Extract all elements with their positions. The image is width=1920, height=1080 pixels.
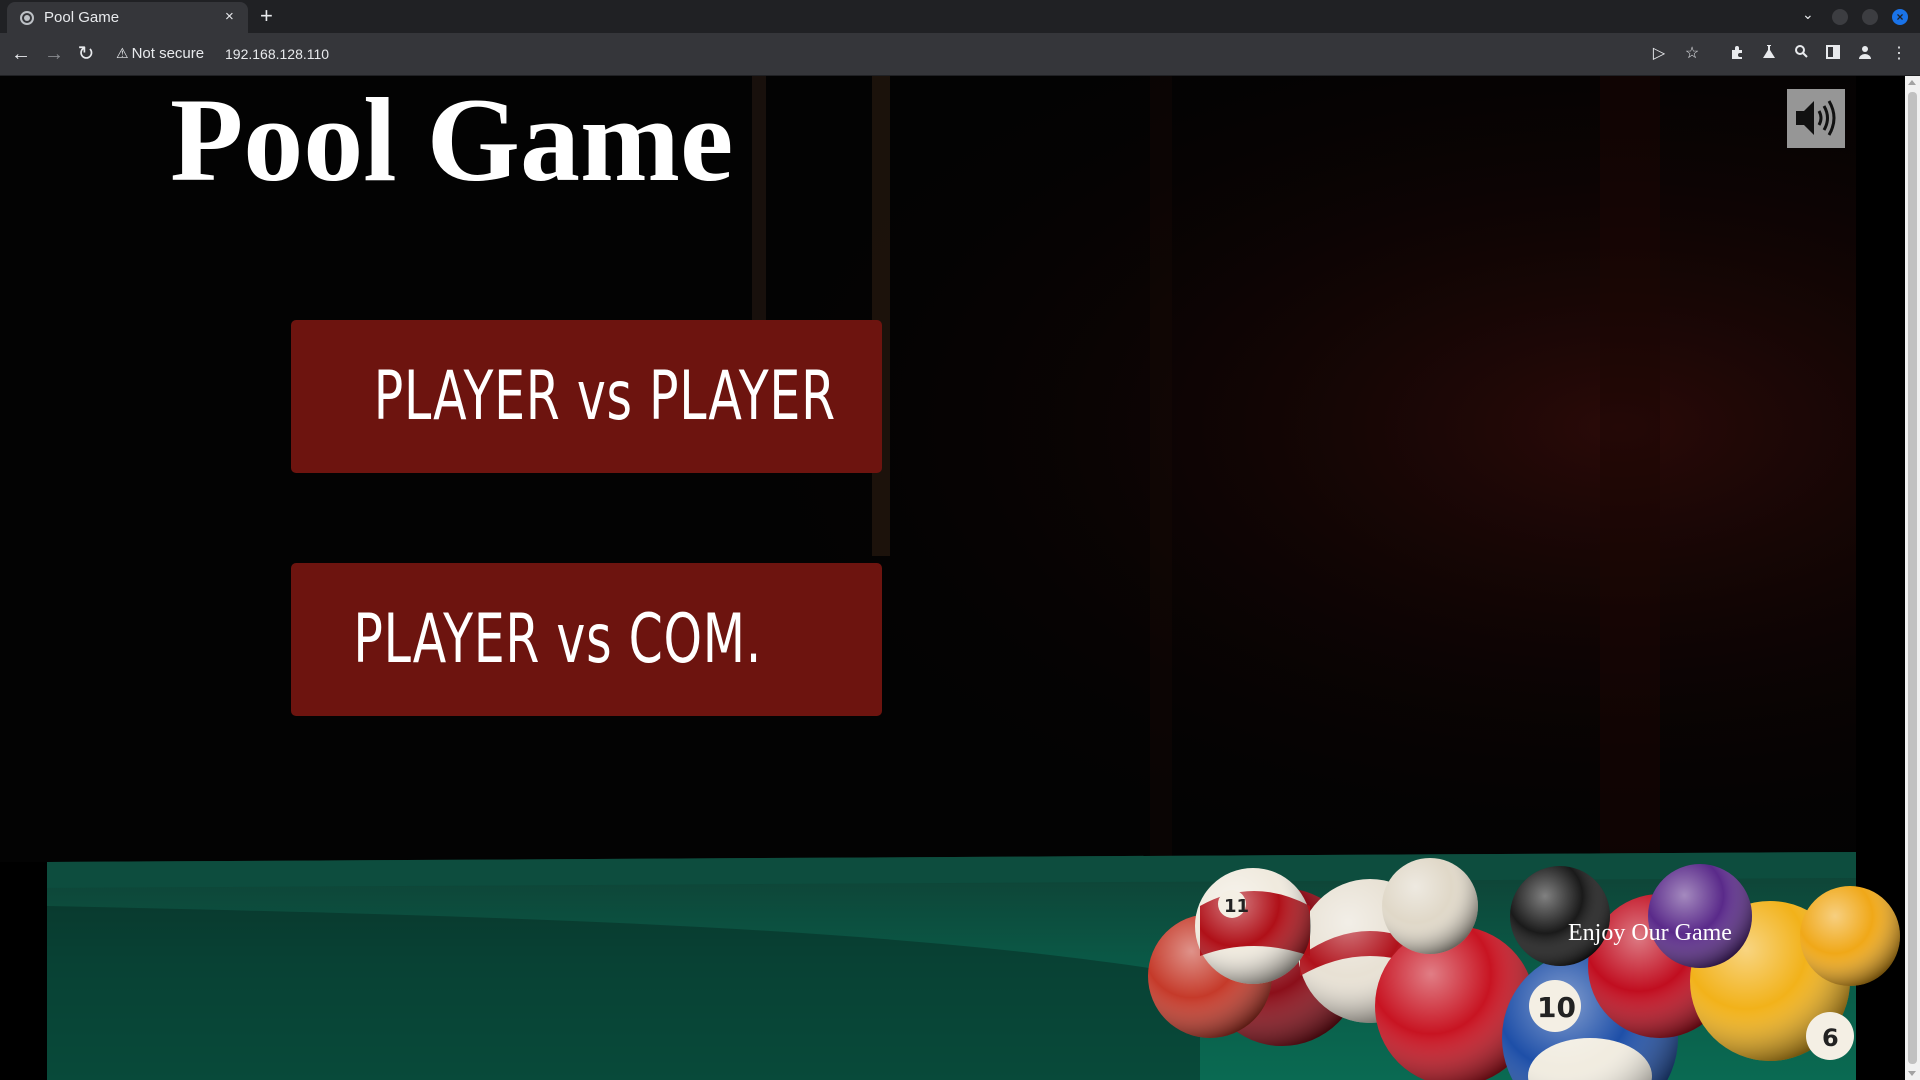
browser-tabstrip: Pool Game × + ⌄ × bbox=[0, 0, 1920, 33]
speaker-volume-icon bbox=[1796, 100, 1836, 136]
tab-close-button[interactable]: × bbox=[225, 7, 234, 27]
tab-title: Pool Game bbox=[44, 9, 120, 26]
player-vs-computer-button[interactable]: PLAYER vs COM. bbox=[291, 563, 882, 716]
svg-text:6: 6 bbox=[1822, 1024, 1839, 1052]
labs-flask-icon[interactable] bbox=[1759, 44, 1779, 64]
forward-arrow-icon[interactable]: → bbox=[42, 42, 66, 66]
new-tab-button[interactable]: + bbox=[260, 3, 273, 29]
security-indicator[interactable]: ⚠ Not secure bbox=[116, 45, 204, 62]
player-vs-computer-label: PLAYER vs COM. bbox=[353, 600, 763, 679]
maximize-window-button[interactable] bbox=[1862, 9, 1878, 25]
scroll-down-arrow-icon[interactable] bbox=[1908, 1071, 1916, 1076]
page-viewport: 11 10 6 Pool Game PLAYER vs PLAYER PLAYE… bbox=[0, 76, 1905, 1080]
player-vs-player-label: PLAYER vs PLAYER bbox=[373, 357, 836, 436]
player-vs-player-button[interactable]: PLAYER vs PLAYER bbox=[291, 320, 882, 473]
enjoy-game-text: Enjoy Our Game bbox=[1568, 920, 1732, 946]
browser-tab[interactable]: Pool Game × bbox=[7, 2, 248, 33]
bookmark-star-icon[interactable]: ☆ bbox=[1682, 44, 1702, 64]
security-label: Not secure bbox=[131, 45, 205, 62]
profile-avatar-icon[interactable] bbox=[1855, 44, 1875, 64]
page-title: Pool Game bbox=[170, 76, 734, 206]
minimize-window-button[interactable] bbox=[1832, 9, 1848, 25]
tab-search-chevron-icon[interactable]: ⌄ bbox=[1802, 6, 1814, 23]
globe-icon bbox=[20, 11, 34, 25]
side-panel-icon[interactable] bbox=[1823, 44, 1843, 64]
browser-toolbar: ← → ↻ ⚠ Not secure 192.168.128.110 ▷ ☆ ⋮ bbox=[0, 33, 1920, 76]
svg-text:11: 11 bbox=[1224, 896, 1249, 917]
warning-triangle-icon: ⚠ bbox=[116, 45, 129, 61]
send-icon[interactable]: ▷ bbox=[1649, 44, 1669, 64]
scroll-up-arrow-icon[interactable] bbox=[1908, 80, 1916, 85]
extensions-puzzle-icon[interactable] bbox=[1727, 44, 1747, 64]
page-scrollbar[interactable] bbox=[1905, 76, 1920, 1080]
scrollbar-thumb[interactable] bbox=[1908, 92, 1917, 1064]
sound-toggle-button[interactable] bbox=[1787, 89, 1845, 148]
menu-kebab-icon[interactable]: ⋮ bbox=[1889, 44, 1909, 64]
svg-text:10: 10 bbox=[1537, 991, 1576, 1024]
address-bar[interactable]: 192.168.128.110 bbox=[225, 46, 329, 62]
back-arrow-icon[interactable]: ← bbox=[9, 42, 33, 66]
reload-icon[interactable]: ↻ bbox=[74, 42, 98, 66]
close-window-button[interactable]: × bbox=[1892, 9, 1908, 25]
zoom-magnifier-icon[interactable] bbox=[1791, 44, 1811, 64]
